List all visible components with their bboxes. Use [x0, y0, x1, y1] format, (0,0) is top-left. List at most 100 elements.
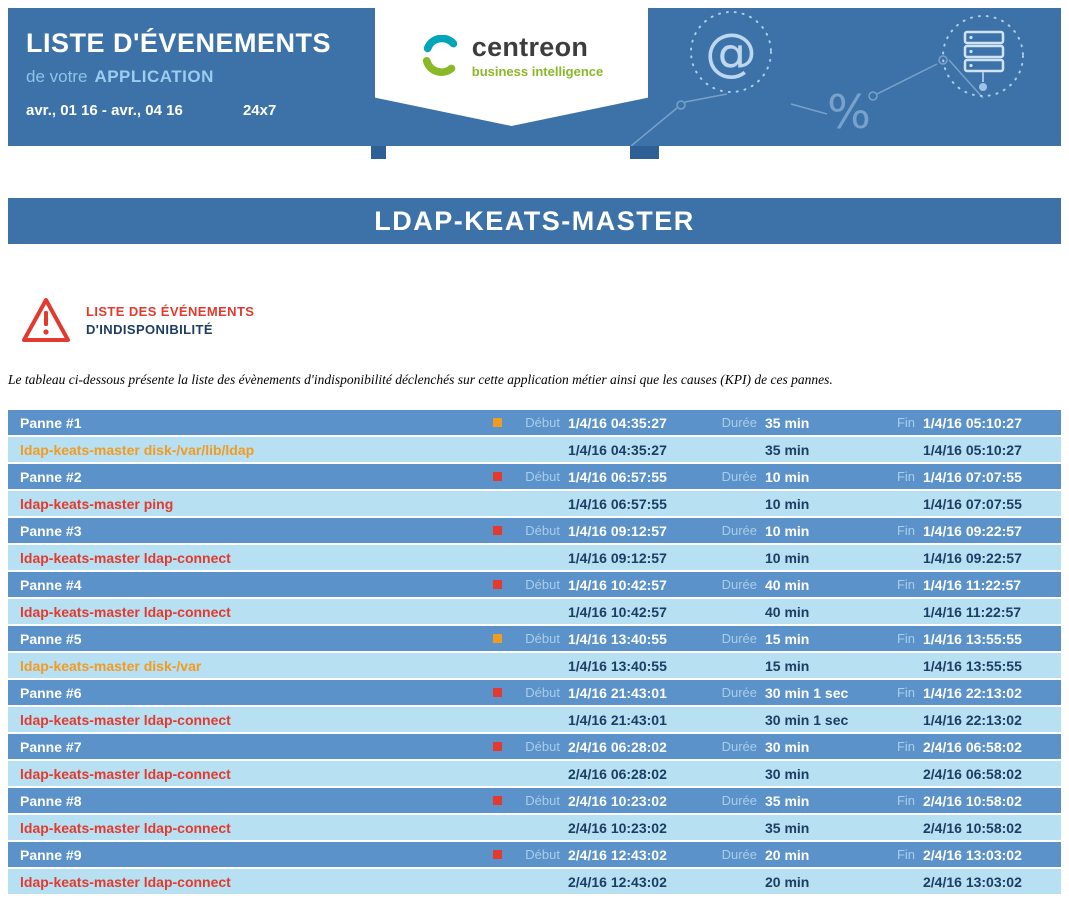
- start-label: Début: [510, 847, 560, 862]
- report-subtitle: de votre APPLICATION: [26, 67, 331, 87]
- duration-label: Durée: [701, 631, 757, 646]
- event-name: Panne #8: [20, 793, 480, 809]
- duration-label: Durée: [701, 469, 757, 484]
- kpi-start-value: 1/4/16 13:40:55: [568, 658, 693, 674]
- kpi-end-value: 1/4/16 07:07:55: [923, 496, 1045, 512]
- end-label: Fin: [873, 793, 915, 808]
- kpi-start-value: 1/4/16 21:43:01: [568, 712, 693, 728]
- end-label: Fin: [873, 739, 915, 754]
- report-banner: LISTE D'ÉVENEMENTS de votre APPLICATION a…: [8, 8, 1061, 146]
- kpi-duration-value: 20 min: [765, 874, 865, 890]
- kpi-name: ldap-keats-master ldap-connect: [20, 712, 480, 728]
- application-title-bar: LDAP-KEATS-MASTER: [8, 198, 1061, 244]
- start-value: 1/4/16 10:42:57: [568, 577, 693, 593]
- events-table-body: Panne #1 Début 1/4/16 04:35:27 Durée 35 …: [8, 410, 1061, 896]
- start-label: Début: [510, 739, 560, 754]
- kpi-end-value: 1/4/16 13:55:55: [923, 658, 1045, 674]
- start-value: 2/4/16 10:23:02: [568, 793, 693, 809]
- end-value: 2/4/16 06:58:02: [923, 739, 1045, 755]
- duration-value: 40 min: [765, 577, 865, 593]
- report-date-range: avr., 01 16 - avr., 04 16: [26, 102, 183, 119]
- centreon-logo-icon: [420, 35, 462, 77]
- report-title: LISTE D'ÉVENEMENTS: [26, 28, 331, 59]
- kpi-duration-value: 35 min: [765, 442, 865, 458]
- start-value: 1/4/16 06:57:55: [568, 469, 693, 485]
- event-detail-row: ldap-keats-master ldap-connect 2/4/16 06…: [8, 761, 1061, 788]
- end-label: Fin: [873, 685, 915, 700]
- event-detail-row: ldap-keats-master ldap-connect 1/4/16 21…: [8, 707, 1061, 734]
- kpi-name: ldap-keats-master disk-/var: [20, 658, 480, 674]
- subtitle-prefix: de votre: [26, 67, 87, 86]
- kpi-name: ldap-keats-master ldap-connect: [20, 550, 480, 566]
- severity-indicator: [493, 472, 502, 481]
- network-lines: [631, 56, 983, 146]
- subtitle-application: APPLICATION: [94, 67, 213, 86]
- start-value: 2/4/16 06:28:02: [568, 739, 693, 755]
- event-name: Panne #7: [20, 739, 480, 755]
- event-header-row: Panne #1 Début 1/4/16 04:35:27 Durée 35 …: [8, 410, 1061, 437]
- kpi-start-value: 1/4/16 04:35:27: [568, 442, 693, 458]
- application-title: LDAP-KEATS-MASTER: [374, 206, 694, 237]
- event-header-row: Panne #7 Début 2/4/16 06:28:02 Durée 30 …: [8, 734, 1061, 761]
- kpi-name: ldap-keats-master ldap-connect: [20, 766, 480, 782]
- end-value: 1/4/16 09:22:57: [923, 523, 1045, 539]
- svg-text:@: @: [705, 23, 757, 83]
- server-icon: [943, 16, 1023, 96]
- kpi-end-value: 1/4/16 05:10:27: [923, 442, 1045, 458]
- kpi-start-value: 1/4/16 06:57:55: [568, 496, 693, 512]
- report-page: LISTE D'ÉVENEMENTS de votre APPLICATION a…: [0, 0, 1069, 904]
- percent-icon: %: [827, 85, 871, 139]
- start-label: Début: [510, 793, 560, 808]
- kpi-duration-value: 10 min: [765, 496, 865, 512]
- end-value: 2/4/16 10:58:02: [923, 793, 1045, 809]
- logo-ribbon: centreon business intelligence: [375, 8, 648, 126]
- kpi-end-value: 2/4/16 06:58:02: [923, 766, 1045, 782]
- kpi-end-value: 2/4/16 13:03:02: [923, 874, 1045, 890]
- end-value: 1/4/16 07:07:55: [923, 469, 1045, 485]
- duration-value: 10 min: [765, 469, 865, 485]
- severity-indicator: [493, 850, 502, 859]
- event-name: Panne #4: [20, 577, 480, 593]
- end-value: 1/4/16 13:55:55: [923, 631, 1045, 647]
- event-detail-row: ldap-keats-master disk-/var 1/4/16 13:40…: [8, 653, 1061, 680]
- start-value: 1/4/16 09:12:57: [568, 523, 693, 539]
- event-detail-row: ldap-keats-master ldap-connect 1/4/16 10…: [8, 599, 1061, 626]
- kpi-end-value: 1/4/16 11:22:57: [923, 604, 1045, 620]
- kpi-end-value: 1/4/16 09:22:57: [923, 550, 1045, 566]
- kpi-end-value: 1/4/16 22:13:02: [923, 712, 1045, 728]
- start-value: 1/4/16 13:40:55: [568, 631, 693, 647]
- heading-line1: LISTE DES ÉVÉNEMENTS: [86, 304, 254, 319]
- end-label: Fin: [873, 577, 915, 592]
- event-header-row: Panne #3 Début 1/4/16 09:12:57 Durée 10 …: [8, 518, 1061, 545]
- severity-indicator: [493, 580, 502, 589]
- duration-value: 10 min: [765, 523, 865, 539]
- kpi-start-value: 2/4/16 06:28:02: [568, 766, 693, 782]
- event-name: Panne #9: [20, 847, 480, 863]
- end-value: 2/4/16 13:03:02: [923, 847, 1045, 863]
- logo-wordmark: centreon: [472, 34, 604, 61]
- event-header-row: Panne #4 Début 1/4/16 10:42:57 Durée 40 …: [8, 572, 1061, 599]
- kpi-name: ldap-keats-master disk-/var/lib/ldap: [20, 442, 480, 458]
- duration-value: 35 min: [765, 415, 865, 431]
- duration-label: Durée: [701, 685, 757, 700]
- events-table: Panne #1 Début 1/4/16 04:35:27 Durée 35 …: [8, 410, 1061, 896]
- severity-indicator: [493, 634, 502, 643]
- heading-line2: D'INDISPONIBILITÉ: [86, 322, 254, 337]
- kpi-start-value: 2/4/16 12:43:02: [568, 874, 693, 890]
- end-value: 1/4/16 22:13:02: [923, 685, 1045, 701]
- centreon-logo: centreon business intelligence: [420, 34, 604, 79]
- duration-label: Durée: [701, 415, 757, 430]
- duration-label: Durée: [701, 523, 757, 538]
- kpi-start-value: 2/4/16 10:23:02: [568, 820, 693, 836]
- event-header-row: Panne #2 Début 1/4/16 06:57:55 Durée 10 …: [8, 464, 1061, 491]
- ribbon-fold-left-icon: [371, 146, 386, 159]
- duration-value: 35 min: [765, 793, 865, 809]
- heading-text: LISTE DES ÉVÉNEMENTS D'INDISPONIBILITÉ: [86, 304, 254, 337]
- kpi-duration-value: 40 min: [765, 604, 865, 620]
- end-value: 1/4/16 11:22:57: [923, 577, 1045, 593]
- event-header-row: Panne #5 Début 1/4/16 13:40:55 Durée 15 …: [8, 626, 1061, 653]
- banner-meta: avr., 01 16 - avr., 04 16 24x7: [26, 102, 331, 119]
- kpi-duration-value: 30 min 1 sec: [765, 712, 865, 728]
- event-detail-row: ldap-keats-master ldap-connect 1/4/16 09…: [8, 545, 1061, 572]
- duration-label: Durée: [701, 847, 757, 862]
